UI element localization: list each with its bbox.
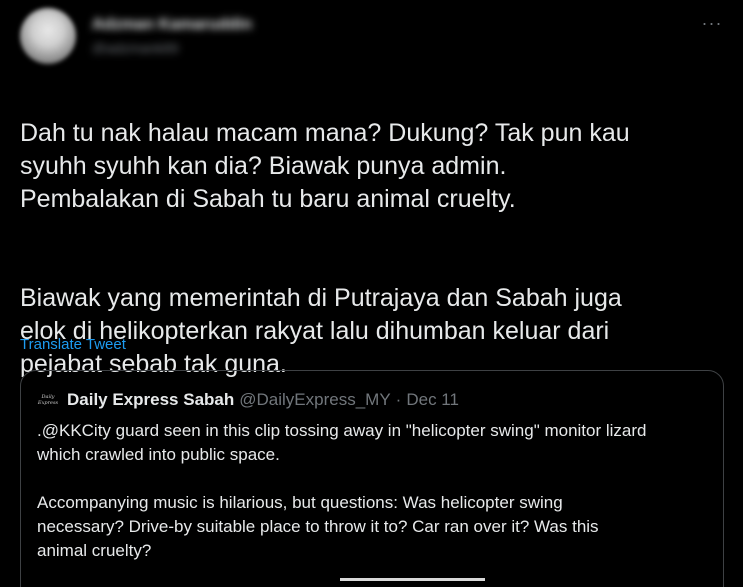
avatar[interactable] bbox=[20, 8, 76, 64]
author-handle[interactable]: @adzmank89 bbox=[92, 40, 212, 54]
tweet-card: Adzman Kamaruddin @adzmank89 ··· Dah tu … bbox=[0, 0, 743, 587]
quoted-tweet-date[interactable]: Dec 11 bbox=[406, 390, 459, 410]
more-horizontal-icon[interactable]: ··· bbox=[701, 12, 723, 34]
daily-express-logo: Daily Express bbox=[37, 390, 59, 410]
quoted-author-handle[interactable]: @DailyExpress_MY bbox=[239, 390, 390, 410]
quoted-paragraph-1: .@KKCity guard seen in this clip tossing… bbox=[37, 421, 647, 464]
tweet-header: Adzman Kamaruddin @adzmank89 ··· bbox=[20, 8, 727, 64]
tweet-paragraph-1: Dah tu nak halau macam mana? Dukung? Tak… bbox=[20, 119, 630, 213]
quoted-tweet-text: .@KKCity guard seen in this clip tossing… bbox=[37, 419, 713, 587]
quoted-tweet-header: Daily Express Daily Express Sabah @Daily… bbox=[37, 389, 459, 411]
translate-tweet-link[interactable]: Translate Tweet bbox=[20, 336, 126, 353]
separator-dot: · bbox=[395, 390, 402, 409]
tweet-paragraph-2: Biawak yang memerintah di Putrajaya dan … bbox=[20, 284, 622, 378]
author-display-name[interactable]: Adzman Kamaruddin bbox=[92, 16, 302, 32]
quoted-media-preview-edge bbox=[340, 578, 485, 581]
logo-line-2: Express bbox=[37, 400, 59, 406]
quoted-paragraph-2: Accompanying music is hilarious, but que… bbox=[37, 493, 599, 560]
quoted-author-name[interactable]: Daily Express Sabah bbox=[67, 390, 234, 410]
quoted-tweet[interactable]: Daily Express Daily Express Sabah @Daily… bbox=[20, 370, 724, 587]
